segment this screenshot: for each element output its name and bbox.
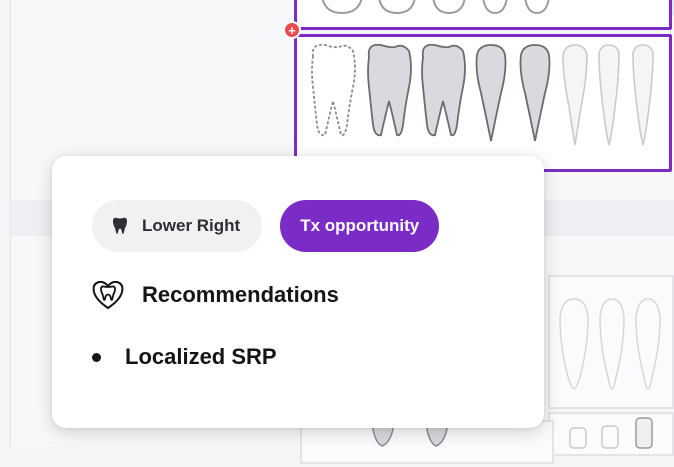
tooth-molar-icon <box>367 43 412 137</box>
location-chip[interactable]: Lower Right <box>92 200 263 252</box>
tooth-premolar-icon <box>519 44 551 142</box>
location-chip-label: Lower Right <box>142 216 241 235</box>
faded-tooth-chart-lower[interactable] <box>548 412 674 456</box>
tooth-icon <box>112 217 128 235</box>
upper-tooth-row-selected[interactable] <box>294 0 672 30</box>
heart-tooth-icon <box>92 280 124 310</box>
lower-right-tooth-row-selected[interactable] <box>294 34 672 172</box>
recommendations-list: Localized SRP <box>92 344 277 370</box>
tx-opportunity-label: Tx opportunity <box>300 216 420 235</box>
tooth-molar-icon <box>421 43 466 137</box>
tooth-incisor-icon <box>632 44 654 146</box>
tooth-incisor-icon <box>598 44 620 146</box>
tx-opportunity-chip[interactable]: Tx opportunity <box>280 200 440 252</box>
tooth-canine-icon <box>562 44 588 146</box>
tooth-details-popup: Lower Right Tx opportunity Recommendatio… <box>52 156 544 428</box>
tooth-premolar-icon <box>475 44 507 142</box>
bullet-icon <box>92 352 101 362</box>
chip-row: Lower Right Tx opportunity <box>92 200 440 252</box>
add-marker-icon[interactable]: + <box>283 21 301 39</box>
tooth-missing-molar-icon <box>311 43 356 137</box>
recommendations-heading: Recommendations <box>92 280 339 310</box>
list-item: Localized SRP <box>92 344 277 370</box>
recommendation-label: Localized SRP <box>125 344 277 369</box>
faded-tooth-chart[interactable] <box>548 275 674 409</box>
recommendations-title: Recommendations <box>142 282 339 307</box>
